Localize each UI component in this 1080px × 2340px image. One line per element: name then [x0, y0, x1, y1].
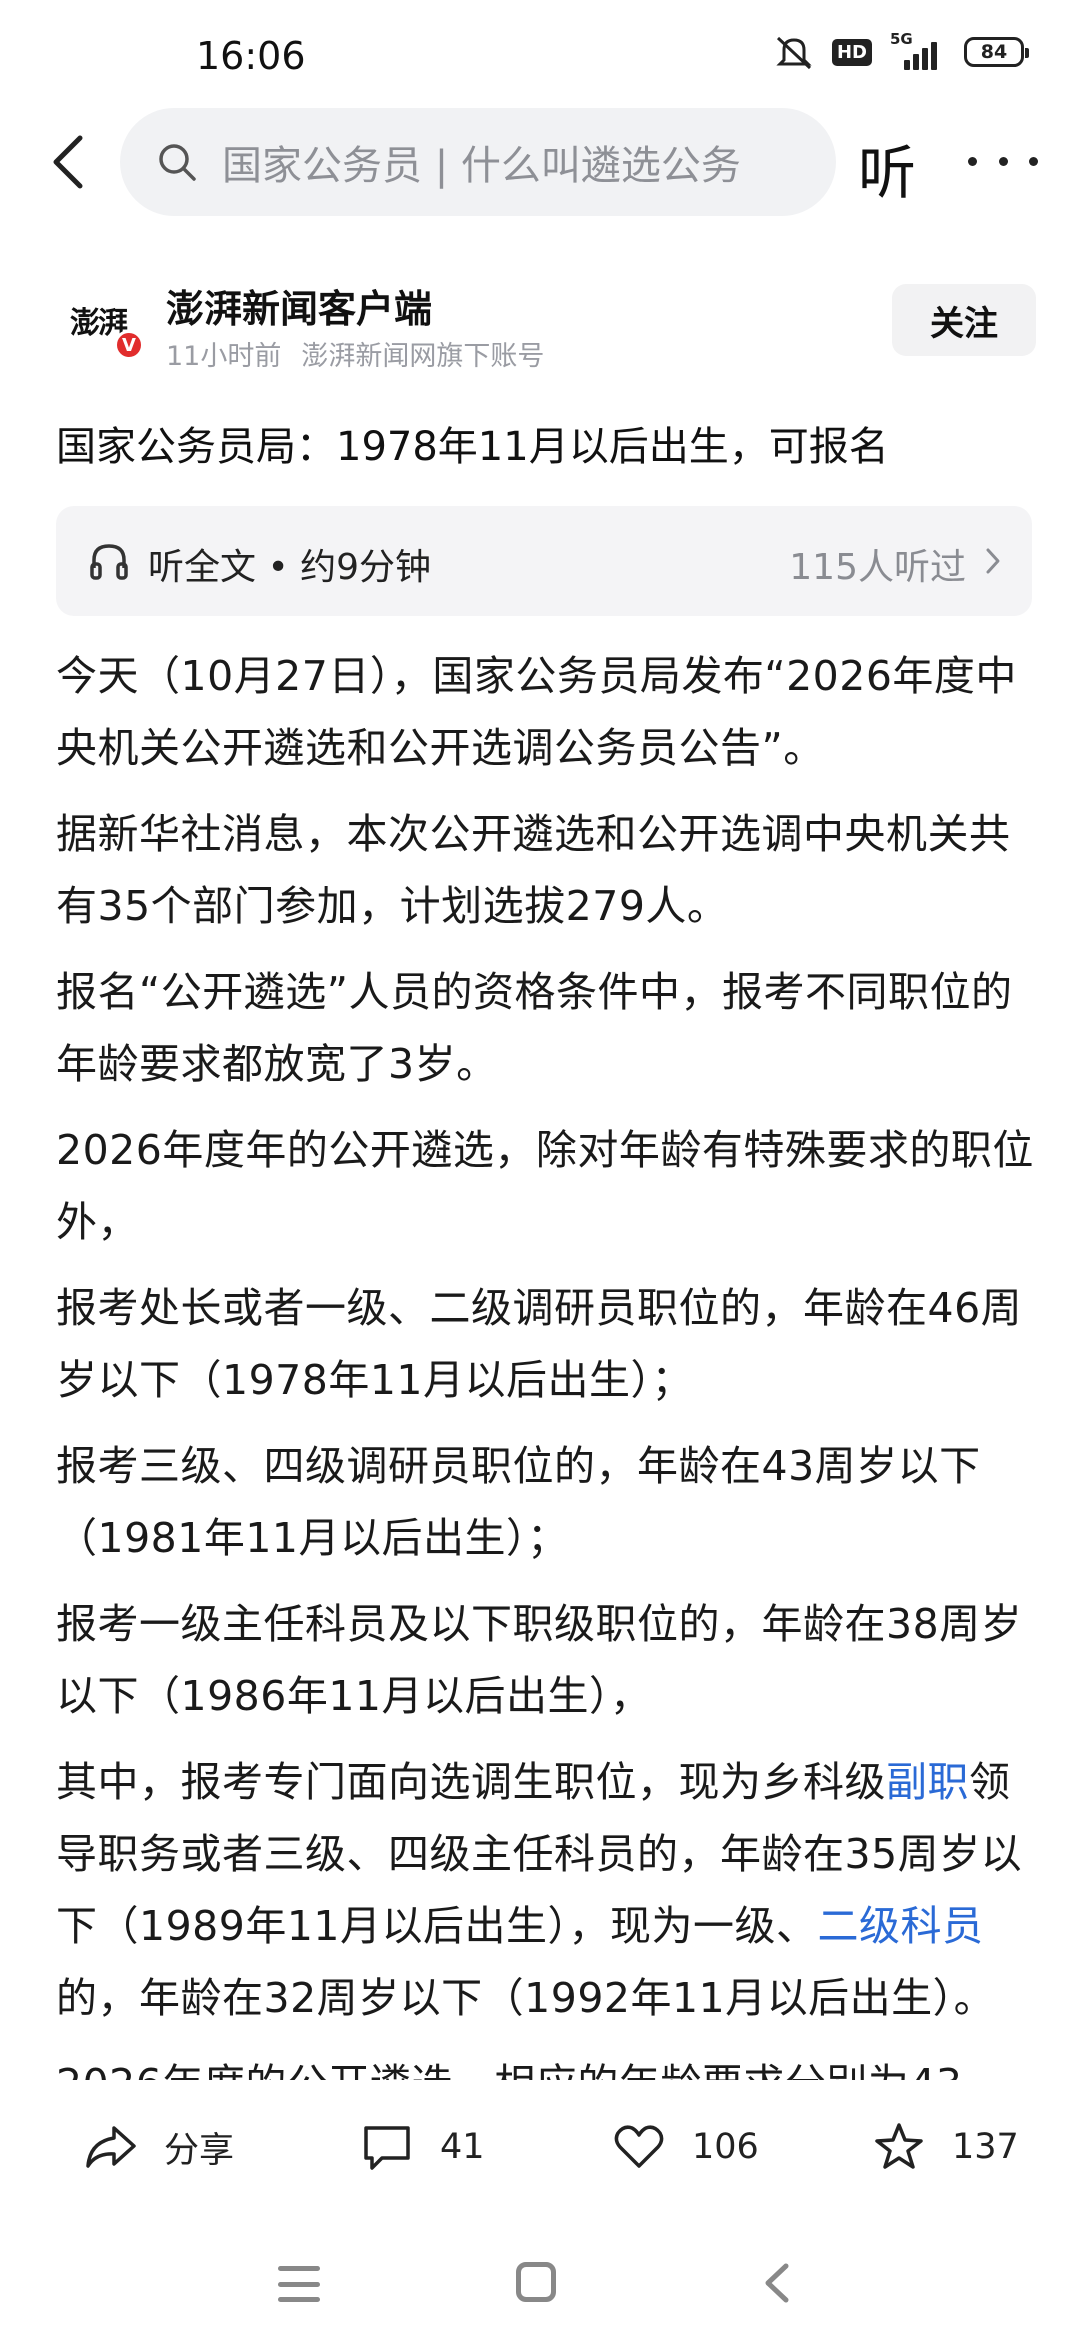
- author-description: 澎湃新闻网旗下账号: [301, 341, 545, 372]
- recent-apps-icon[interactable]: [278, 2266, 320, 2302]
- search-query: 国家公务员 | 什么叫遴选公务: [222, 143, 741, 189]
- comment-icon: [364, 2126, 410, 2170]
- share-label: 分享: [164, 2130, 235, 2171]
- comment-count: 41: [440, 2127, 485, 2167]
- signal-icon: 5G: [890, 30, 946, 70]
- paragraph-text: 其中，报考专门面向选调生职位，现为乡科级: [56, 1758, 886, 1806]
- mute-bell-icon: [776, 36, 812, 70]
- heart-icon: [614, 2125, 664, 2168]
- author-meta: 11小时前 澎湃新闻网旗下账号: [166, 334, 544, 373]
- back-icon[interactable]: [42, 132, 102, 192]
- article-paragraph: 报名“公开遴选”人员的资格条件中，报考不同职位的年龄要求都放宽了3岁。: [56, 968, 1013, 1088]
- listen-label: 听全文 • 约9分钟: [148, 547, 432, 588]
- article-paragraph: 报考一级主任科员及以下职级职位的，年龄在38周岁以下（1986年11月以后出生）…: [56, 1600, 1023, 1720]
- article-paragraph: 据新华社消息，本次公开遴选和公开选调中央机关共有35个部门参加，计划选拔279人…: [56, 810, 1011, 930]
- like-button[interactable]: 106: [612, 2120, 759, 2174]
- article-paragraph: 报考三级、四级调研员职位的，年龄在43周岁以下（1981年11月以后出生）；: [56, 1442, 981, 1562]
- favorite-button[interactable]: 137: [872, 2120, 1019, 2174]
- comment-button[interactable]: 41: [360, 2120, 485, 2174]
- author-name[interactable]: 澎湃新闻客户端: [166, 278, 432, 333]
- status-time: 16:06: [196, 34, 306, 78]
- article-paragraph: 报考处长或者一级、二级调研员职位的，年龄在46周岁以下（1978年11月以后出生…: [56, 1284, 1023, 1404]
- verified-badge: V: [114, 330, 144, 360]
- like-count: 106: [692, 2127, 759, 2167]
- battery-icon: 84: [964, 37, 1029, 67]
- follow-button[interactable]: 关注: [892, 284, 1036, 356]
- status-icons: HD 5G 84: [774, 30, 1029, 70]
- paragraph-text: 的，年龄在32周岁以下（1992年11月以后出生）。: [56, 1974, 996, 2022]
- listen-full-text-bar[interactable]: 听全文 • 约9分钟 115人听过: [56, 506, 1032, 616]
- hd-icon: HD: [831, 38, 872, 66]
- star-icon: [875, 2123, 923, 2169]
- post-time: 11小时前: [166, 341, 282, 372]
- headphones-icon: [90, 544, 128, 580]
- listen-button[interactable]: 听: [858, 126, 916, 210]
- article-paragraph: 2026年度的公开遴选，相应的年龄要求分别为43: [56, 2048, 1036, 2080]
- chevron-right-icon: [986, 548, 1000, 574]
- article-body: 今天（10月27日），国家公务员局发布“2026年度中央机关公开遴选和公开选调公…: [56, 640, 1036, 2080]
- article-paragraph: 今天（10月27日），国家公务员局发布“2026年度中央机关公开遴选和公开选调公…: [56, 652, 1017, 772]
- search-icon: [159, 144, 196, 181]
- article-paragraph: 其中，报考专门面向选调生职位，现为乡科级副职领导职务或者三级、四级主任科员的，年…: [56, 1746, 1036, 2034]
- article-paragraph: 2026年度年的公开遴选，除对年龄有特殊要求的职位外，: [56, 1126, 1034, 1246]
- system-nav-bar: [0, 2220, 1080, 2340]
- keyword-link-clerk[interactable]: 二级科员: [818, 1902, 984, 1950]
- system-back-icon[interactable]: [758, 2262, 798, 2304]
- home-icon[interactable]: [516, 2262, 556, 2302]
- keyword-link-deputy[interactable]: 副职: [886, 1758, 969, 1806]
- more-options-icon[interactable]: [968, 136, 1038, 186]
- share-icon: [86, 2126, 136, 2168]
- article-title: 国家公务员局：1978年11月以后出生，可报名: [56, 424, 889, 470]
- action-bar: 分享 41 106 137: [0, 2090, 1080, 2210]
- top-nav: 国家公务员 | 什么叫遴选公务 听: [0, 108, 1080, 216]
- listen-count: 115人听过: [789, 547, 966, 588]
- search-bar[interactable]: 国家公务员 | 什么叫遴选公务: [120, 108, 836, 216]
- favorite-count: 137: [952, 2127, 1019, 2167]
- battery-level: 84: [980, 41, 1008, 63]
- share-button[interactable]: 分享: [84, 2120, 234, 2174]
- status-bar: 16:06 HD 5G 84: [0, 0, 1080, 110]
- author-row: 澎湃 V 澎湃新闻客户端 11小时前 澎湃新闻网旗下账号 关注: [56, 274, 1036, 374]
